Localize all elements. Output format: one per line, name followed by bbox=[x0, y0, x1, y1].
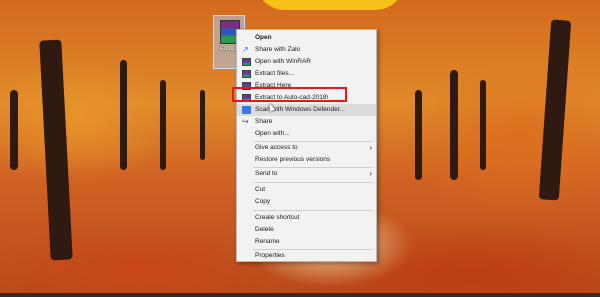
menu-item-label: Rename bbox=[255, 238, 280, 245]
highlight-box bbox=[232, 87, 347, 102]
menu-item-label: Share bbox=[255, 118, 273, 125]
tree-trunk bbox=[200, 90, 205, 160]
context-menu: Open ↗ Share with Zalo Open with WinRAR … bbox=[236, 29, 377, 262]
menu-item-label: Open with WinRAR bbox=[255, 58, 311, 65]
menu-item-cut[interactable]: Cut bbox=[237, 184, 376, 196]
menu-item-label: Restore previous versions bbox=[255, 156, 331, 163]
zalo-icon: ↗ bbox=[242, 45, 249, 54]
tree-trunk bbox=[160, 80, 166, 170]
tree-trunk bbox=[10, 90, 18, 170]
taskbar-edge bbox=[0, 293, 600, 297]
menu-item-open-with-winrar[interactable]: Open with WinRAR bbox=[237, 56, 376, 68]
winrar-icon bbox=[242, 70, 251, 78]
menu-item-extract-files[interactable]: Extract files... bbox=[237, 68, 376, 80]
menu-item-open-with[interactable]: Open with... bbox=[237, 128, 376, 140]
menu-item-restore-versions[interactable]: Restore previous versions bbox=[237, 154, 376, 166]
menu-item-rename[interactable]: Rename bbox=[237, 236, 376, 248]
menu-item-label: Open bbox=[255, 34, 272, 41]
share-icon: ↪ bbox=[242, 117, 249, 126]
tree-trunk bbox=[480, 80, 486, 170]
chevron-right-icon: › bbox=[369, 143, 372, 152]
menu-item-delete[interactable]: Delete bbox=[237, 224, 376, 236]
menu-item-label: Create shortcut bbox=[255, 214, 300, 221]
menu-item-send-to[interactable]: Send to › bbox=[237, 168, 376, 180]
menu-item-label: Share with Zalo bbox=[255, 46, 301, 53]
menu-item-label: Properties bbox=[255, 252, 285, 259]
menu-item-label: Delete bbox=[255, 226, 274, 233]
menu-item-create-shortcut[interactable]: Create shortcut bbox=[237, 212, 376, 224]
menu-item-properties[interactable]: Properties bbox=[237, 250, 376, 262]
tree-trunk bbox=[450, 70, 458, 180]
menu-separator bbox=[253, 210, 373, 211]
menu-item-label: Give access to bbox=[255, 144, 298, 151]
menu-item-label: Extract files... bbox=[255, 70, 295, 77]
menu-item-scan-defender[interactable]: Scan with Windows Defender... bbox=[237, 104, 376, 116]
chevron-right-icon: › bbox=[369, 169, 372, 178]
wallpaper-sun bbox=[255, 0, 405, 10]
menu-item-label: Copy bbox=[255, 198, 271, 205]
menu-item-share-with-zalo[interactable]: ↗ Share with Zalo bbox=[237, 44, 376, 56]
tree-trunk bbox=[415, 90, 422, 180]
tree-trunk bbox=[120, 60, 127, 170]
menu-item-label: Open with... bbox=[255, 130, 290, 137]
menu-item-copy[interactable]: Copy bbox=[237, 196, 376, 208]
menu-separator bbox=[253, 182, 373, 183]
menu-item-label: Cut bbox=[255, 186, 266, 193]
menu-item-label: Send to bbox=[255, 170, 278, 177]
menu-item-open[interactable]: Open bbox=[237, 32, 376, 44]
menu-item-give-access[interactable]: Give access to › bbox=[237, 142, 376, 154]
menu-item-share[interactable]: ↪ Share bbox=[237, 116, 376, 128]
defender-icon bbox=[242, 106, 251, 114]
winrar-icon bbox=[242, 58, 251, 66]
